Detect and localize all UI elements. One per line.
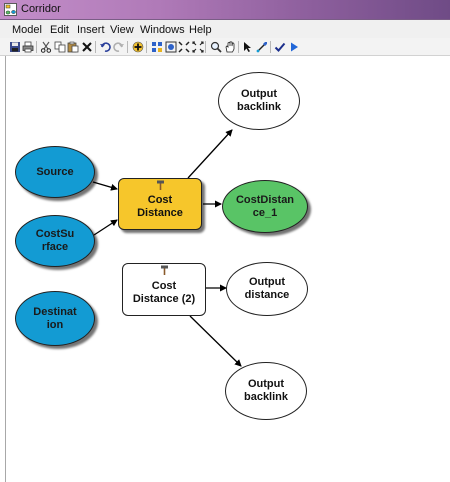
zoom-out-fixed-icon[interactable] <box>192 41 204 53</box>
cost-distance-output-node[interactable]: CostDistance_1 <box>222 180 308 233</box>
connector-costsurface-to-cost-distance <box>93 219 118 236</box>
toolbar-separator <box>270 41 271 53</box>
zoom-in-fixed-icon[interactable] <box>178 41 190 53</box>
connector-cost-distance-to-backlink <box>187 129 233 179</box>
undo-icon[interactable] <box>99 41 111 53</box>
paste-icon[interactable] <box>67 41 79 53</box>
full-extent-icon[interactable] <box>165 41 177 53</box>
cost-distance-2-tool-node[interactable]: Cost Distance (2) <box>122 263 206 316</box>
menu-help[interactable]: Help <box>189 24 212 36</box>
destination-data-node[interactable]: Destination <box>15 291 95 346</box>
menu-insert[interactable]: Insert <box>77 24 105 36</box>
node-label: Destination <box>33 305 77 331</box>
cut-icon[interactable] <box>40 41 52 53</box>
node-label: Cost Distance (2) <box>132 279 196 305</box>
node-label: Output backlink <box>243 378 289 403</box>
select-icon[interactable] <box>242 41 254 53</box>
menu-view[interactable]: View <box>110 24 134 36</box>
title-bar: Corridor <box>0 0 450 20</box>
delete-icon[interactable] <box>81 41 93 53</box>
output-backlink-2-node[interactable]: Output backlink <box>225 362 307 420</box>
zoom-icon[interactable] <box>210 41 222 53</box>
print-icon[interactable] <box>22 41 34 53</box>
run-icon[interactable] <box>288 41 300 53</box>
output-distance-node[interactable]: Output distance <box>226 262 308 316</box>
node-label: CostSurface <box>35 228 75 253</box>
pan-icon[interactable] <box>224 41 236 53</box>
connector-cost-distance-2-to-backlink <box>189 315 242 367</box>
toolbar-separator <box>205 41 206 53</box>
connector-source-to-cost-distance <box>92 181 118 191</box>
redo-icon[interactable] <box>113 41 125 53</box>
toolbar-separator <box>127 41 128 53</box>
menu-windows[interactable]: Windows <box>140 24 185 36</box>
cost-surface-data-node[interactable]: CostSurface <box>15 215 95 267</box>
toolbar <box>0 38 450 56</box>
node-label: CostDistance_1 <box>235 193 295 219</box>
toolbar-separator <box>36 41 37 53</box>
menu-edit[interactable]: Edit <box>50 24 69 36</box>
node-label: Output backlink <box>236 88 282 113</box>
validate-icon[interactable] <box>274 41 286 53</box>
connect-icon[interactable] <box>256 41 268 53</box>
toolbar-separator <box>146 41 147 53</box>
tool-hammer-icon <box>155 179 167 191</box>
node-label: Output distance <box>244 276 290 301</box>
copy-icon[interactable] <box>54 41 66 53</box>
save-icon[interactable] <box>9 41 21 53</box>
node-label: Source <box>36 165 74 178</box>
menu-bar: Model Edit Insert View Windows Help <box>0 20 450 38</box>
add-data-icon[interactable] <box>132 41 144 53</box>
source-data-node[interactable]: Source <box>15 146 95 198</box>
auto-layout-icon[interactable] <box>151 41 163 53</box>
window-title: Corridor <box>21 3 61 15</box>
node-label: Cost Distance <box>137 194 183 219</box>
output-backlink-node[interactable]: Output backlink <box>218 72 300 130</box>
toolbar-separator <box>95 41 96 53</box>
tool-hammer-icon <box>159 264 171 276</box>
model-canvas[interactable]: Source CostSurface Destination Cost Dist… <box>5 56 450 482</box>
toolbar-separator <box>238 41 239 53</box>
modelbuilder-icon <box>4 3 17 16</box>
cost-distance-tool-node[interactable]: Cost Distance <box>118 178 202 230</box>
menu-model[interactable]: Model <box>12 24 42 36</box>
